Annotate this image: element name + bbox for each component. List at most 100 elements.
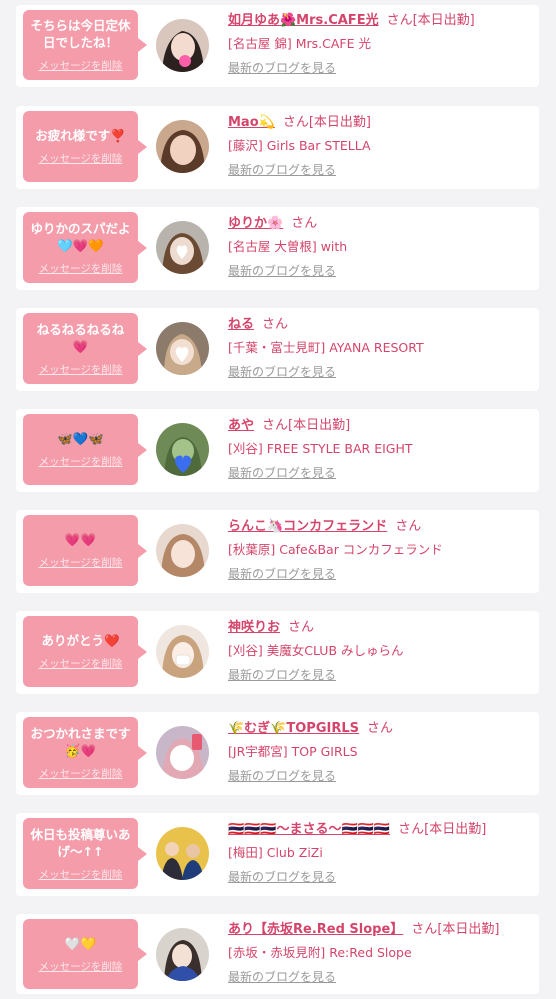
message-card: ありがとう❤️ メッセージを削除 神咲りお さん [刈谷] 美魔女CLUB みしゅ… [16,611,539,694]
message-card: ねるねるねるね💗 メッセージを削除 ねる さん [千葉・富士見町] AYANA R… [16,308,539,391]
working-status: [本日出勤] [424,822,487,837]
delete-message-link[interactable]: メッセージを削除 [39,58,123,73]
latest-blog-link[interactable]: 最新のブログを見る [228,667,336,683]
cast-info: 🌾むぎ🌾TOPGIRLS さん [JR宇都宮] TOP GIRLS 最新のブログを… [228,720,531,784]
avatar[interactable] [156,827,209,880]
working-status: [本日出勤] [288,418,351,433]
message-bubble: ありがとう❤️ メッセージを削除 [23,616,147,687]
latest-blog-link[interactable]: 最新のブログを見る [228,566,336,582]
delete-message-link[interactable]: メッセージを削除 [39,454,123,469]
delete-message-link[interactable]: メッセージを削除 [39,555,123,570]
message-bubble: 🦋💙🦋 メッセージを削除 [23,414,147,485]
message-text: ねるねるねるね💗 [36,321,125,354]
cast-name-link[interactable]: らんこ🦄コンカフェランド [228,519,387,534]
honorific: さん [398,822,425,837]
honorific: さん [282,115,309,130]
cast-name-link[interactable]: Mao💫 [228,115,275,130]
page: { "delete_label": "メッセージを削除", "blog_labe… [0,0,556,999]
avatar[interactable] [156,524,209,577]
message-text: ゆりかのスパだよ🩵💗🧡 [30,220,131,253]
message-card: 💗💗 メッセージを削除 らんこ🦄コンカフェランド さん [秋葉原] Cafe&Ba… [16,510,539,593]
name-line: 🇹🇭🇹🇭🇹🇭〜まさる〜🇹🇭🇹🇭🇹🇭 さん[本日出勤] [228,821,531,839]
name-line: ゆりか🌸 さん [228,215,531,233]
latest-blog-link[interactable]: 最新のブログを見る [228,869,336,885]
avatar[interactable] [156,221,209,274]
cast-name-link[interactable]: 🌾むぎ🌾TOPGIRLS [228,721,359,736]
cast-info: Mao💫 さん[本日出勤] [藤沢] Girls Bar STELLA 最新のブロ… [228,114,531,178]
delete-message-link[interactable]: メッセージを削除 [39,959,123,974]
latest-blog-link[interactable]: 最新のブログを見る [228,465,336,481]
shop-name: [JR宇都宮] TOP GIRLS [228,744,358,759]
avatar[interactable] [156,120,209,173]
name-line: らんこ🦄コンカフェランド さん [228,518,531,536]
message-bubble: そちらは今日定休日でしたね！ メッセージを削除 [23,10,147,80]
name-line: 神咲りお さん [228,619,531,637]
message-card: おつかれさまです🥳💗 メッセージを削除 🌾むぎ🌾TOPGIRLS さん [JR宇都… [16,712,539,795]
latest-blog-link[interactable]: 最新のブログを見る [228,162,336,178]
avatar[interactable] [156,928,209,981]
cast-info: あり【赤坂Re.Red Slope】 さん[本日出勤] [赤坂・赤坂見附] Re:… [228,921,531,985]
message-text: 🦋💙🦋 [57,431,104,446]
message-card: 🤍💛 メッセージを削除 あり【赤坂Re.Red Slope】 さん[本日出勤] [… [16,914,539,994]
avatar[interactable] [156,726,209,779]
honorific: さん [262,317,289,332]
delete-message-link[interactable]: メッセージを削除 [39,151,123,166]
cast-name-link[interactable]: ねる [228,317,254,332]
shop-name: [名古屋 錦] Mrs.CAFE 光 [228,36,371,51]
shop-name: [刈谷] FREE STYLE BAR EIGHT [228,441,413,456]
cast-info: らんこ🦄コンカフェランド さん [秋葉原] Cafe&Bar コンカフェランド 最… [228,518,531,582]
message-text: 💗💗 [64,532,97,547]
working-status: [本日出勤] [437,922,500,937]
delete-message-link[interactable]: メッセージを削除 [39,362,123,377]
message-card: ゆりかのスパだよ🩵💗🧡 メッセージを削除 ゆりか🌸 さん [名古屋 大曽根] wi… [16,207,539,290]
latest-blog-link[interactable]: 最新のブログを見る [228,969,336,985]
latest-blog-link[interactable]: 最新のブログを見る [228,364,336,380]
message-text: おつかれさまです🥳💗 [30,725,131,758]
message-bubble: 💗💗 メッセージを削除 [23,515,147,586]
cast-name-link[interactable]: 🇹🇭🇹🇭🇹🇭〜まさる〜🇹🇭🇹🇭🇹🇭 [228,822,390,837]
cast-name-link[interactable]: 如月ゆあ🌺Mrs.CAFE光 [228,13,379,28]
shop-name: [刈谷] 美魔女CLUB みしゅらん [228,643,404,658]
message-bubble: おつかれさまです🥳💗 メッセージを削除 [23,717,147,788]
shop-name: [藤沢] Girls Bar STELLA [228,138,371,153]
shop-name: [秋葉原] Cafe&Bar コンカフェランド [228,542,443,557]
avatar[interactable] [156,625,209,678]
honorific: さん [366,721,393,736]
cast-name-link[interactable]: 神咲りお [228,620,280,635]
name-line: あや さん[本日出勤] [228,417,531,435]
name-line: 如月ゆあ🌺Mrs.CAFE光 さん[本日出勤] [228,12,531,30]
avatar[interactable] [156,19,209,72]
cast-info: あや さん[本日出勤] [刈谷] FREE STYLE BAR EIGHT 最新の… [228,417,531,481]
shop-name: [梅田] Club ZiZi [228,845,323,860]
avatar[interactable] [156,423,209,476]
honorific: さん [386,13,413,28]
cast-info: ねる さん [千葉・富士見町] AYANA RESORT 最新のブログを見る [228,316,531,380]
cast-name-link[interactable]: あり【赤坂Re.Red Slope】 [228,922,403,937]
name-line: ねる さん [228,316,531,334]
cast-info: 🇹🇭🇹🇭🇹🇭〜まさる〜🇹🇭🇹🇭🇹🇭 さん[本日出勤] [梅田] Club ZiZi… [228,821,531,885]
cast-name-link[interactable]: ゆりか🌸 [228,216,283,231]
latest-blog-link[interactable]: 最新のブログを見る [228,263,336,279]
delete-message-link[interactable]: メッセージを削除 [39,656,123,671]
cast-name-link[interactable]: あや [228,418,254,433]
honorific: さん [291,216,318,231]
latest-blog-link[interactable]: 最新のブログを見る [228,60,336,76]
message-bubble: 🤍💛 メッセージを削除 [23,919,147,989]
latest-blog-link[interactable]: 最新のブログを見る [228,768,336,784]
message-card: そちらは今日定休日でしたね！ メッセージを削除 如月ゆあ🌺Mrs.CAFE光 さん… [16,5,539,87]
delete-message-link[interactable]: メッセージを削除 [39,867,123,882]
message-text: そちらは今日定休日でしたね！ [30,18,131,50]
avatar[interactable] [156,322,209,375]
message-bubble: ゆりかのスパだよ🩵💗🧡 メッセージを削除 [23,212,147,283]
shop-name: [赤坂・赤坂見附] Re:Red Slope [228,945,412,960]
working-status: [本日出勤] [308,115,371,130]
message-card: 🦋💙🦋 メッセージを削除 あや さん[本日出勤] [刈谷] FREE STYLE … [16,409,539,492]
delete-message-link[interactable]: メッセージを削除 [39,261,123,276]
message-bubble: 休日も投稿尊いあげ〜↑↑ メッセージを削除 [23,818,147,889]
honorific: さん [262,418,289,433]
cast-info: 神咲りお さん [刈谷] 美魔女CLUB みしゅらん 最新のブログを見る [228,619,531,683]
delete-message-link[interactable]: メッセージを削除 [39,766,123,781]
message-text: 休日も投稿尊いあげ〜↑↑ [30,826,131,859]
shop-name: [千葉・富士見町] AYANA RESORT [228,340,424,355]
message-bubble: お疲れ様です❣️ メッセージを削除 [23,111,147,182]
